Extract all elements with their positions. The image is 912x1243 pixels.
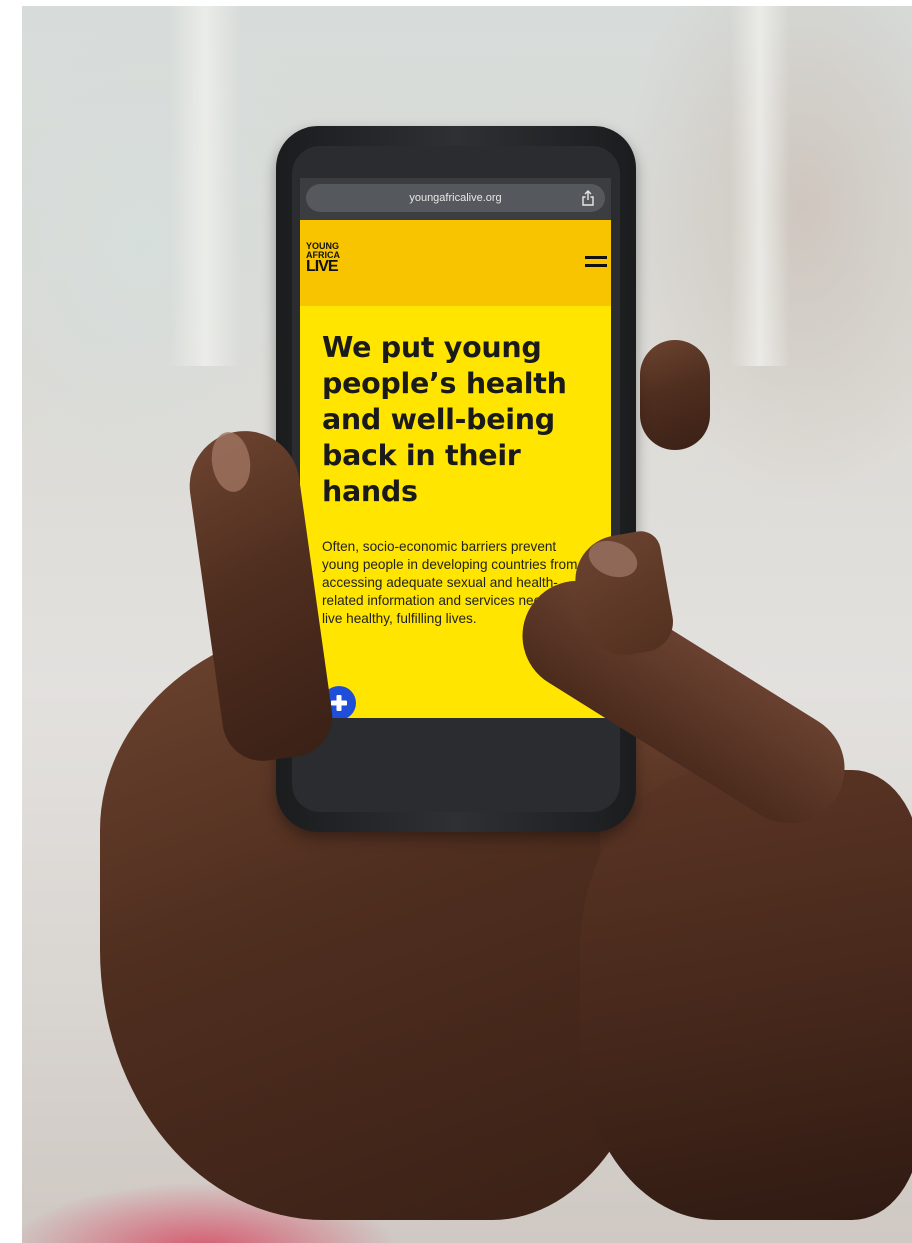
share-icon[interactable] xyxy=(581,190,595,206)
window-frame xyxy=(170,6,240,366)
url-text: youngafricalive.org xyxy=(409,192,502,204)
left-hand-finger xyxy=(640,340,710,450)
hero-title: We put young people’s health and well-be… xyxy=(322,331,567,508)
browser-address-bar[interactable]: youngafricalive.org xyxy=(306,184,605,212)
right-hand xyxy=(580,770,912,1220)
window-frame xyxy=(730,6,790,366)
site-header: YOUNG AFRICA LIVE xyxy=(300,220,611,306)
young-africa-live-logo[interactable]: YOUNG AFRICA LIVE xyxy=(306,242,340,282)
hamburger-menu-icon[interactable] xyxy=(585,256,607,268)
photo-scene: youngafricalive.org YOUNG AFRICA LIVE We… xyxy=(0,0,912,1243)
